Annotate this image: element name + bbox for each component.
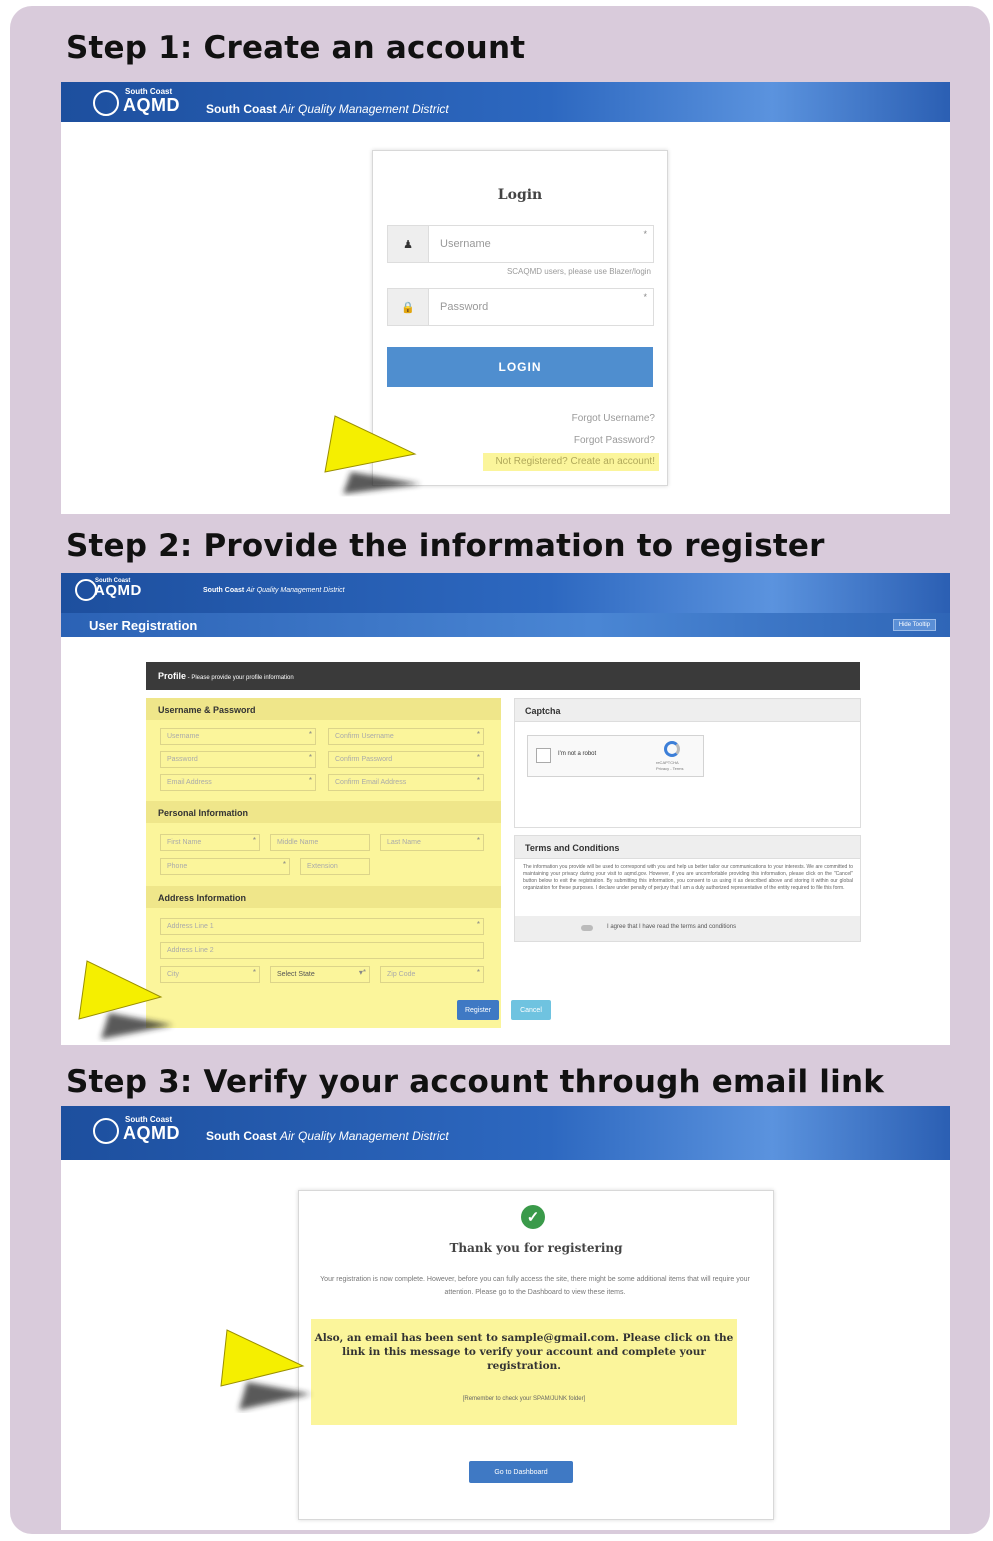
logo-text: AQMD (123, 1123, 180, 1143)
username-hint: SCAQMD users, please use Blazer/login (506, 267, 651, 276)
captcha-header (515, 699, 860, 722)
email-notice: Also, an email has been sent to sample@g… (314, 1332, 734, 1372)
step-2-screenshot: South Coast AQMD South Coast Air Quality… (61, 573, 950, 1045)
logo-text: AQMD (123, 95, 180, 115)
cancel-button[interactable]: Cancel (511, 1000, 551, 1020)
phone-input[interactable]: Phone * (160, 858, 290, 875)
section-address: Address Information (158, 893, 247, 903)
confirm-password-input[interactable]: Confirm Password * (328, 751, 484, 768)
password-field[interactable]: 🔒 Password * (387, 288, 654, 326)
captcha-title: Captcha (525, 706, 561, 716)
confirm-username-input[interactable]: Confirm Username * (328, 728, 484, 745)
email-input[interactable]: Email Address * (160, 774, 316, 791)
confirm-email-input[interactable]: Confirm Email Address * (328, 774, 484, 791)
section-personal: Personal Information (158, 808, 249, 818)
aqmd-logo-icon (93, 90, 119, 116)
logo-text: AQMD (94, 582, 142, 599)
username-input[interactable]: Username * (160, 728, 316, 745)
last-name-input[interactable]: Last Name * (380, 834, 484, 851)
user-icon: ♟ (388, 226, 429, 262)
forgot-username-link[interactable]: Forgot Username? (572, 413, 655, 424)
address-line-2-input[interactable]: Address Line 2 (160, 942, 484, 959)
agree-label: I agree that I have read the terms and c… (607, 924, 737, 930)
step-3-title: Step 3: Verify your account through emai… (66, 1064, 885, 1100)
username-placeholder: Username (440, 238, 491, 250)
step-3-screenshot: South Coast AQMD South Coast Air Quality… (61, 1106, 950, 1530)
recaptcha-brand: reCAPTCHA (656, 760, 679, 765)
first-name-input[interactable]: First Name * (160, 834, 260, 851)
site-name: South Coast Air Quality Management Distr… (206, 1129, 449, 1143)
username-field[interactable]: ♟ Username * (387, 225, 654, 263)
terms-title: Terms and Conditions (525, 843, 620, 853)
go-to-dashboard-button[interactable]: Go to Dashboard (469, 1461, 573, 1483)
check-circle-icon: ✓ (521, 1205, 545, 1229)
pointer-arrow-icon (321, 412, 441, 502)
create-account-link[interactable]: Not Registered? Create an account! (483, 453, 659, 471)
state-select[interactable]: Select State ▾* (270, 966, 370, 983)
zip-code-input[interactable]: Zip Code * (380, 966, 484, 983)
recaptcha-links[interactable]: Privacy - Terms (656, 766, 683, 771)
site-name: South Coast Air Quality Management Distr… (206, 102, 449, 116)
aqmd-logo-icon (93, 1118, 119, 1144)
agree-row: I agree that I have read the terms and c… (515, 916, 860, 941)
email-notice-box: Also, an email has been sent to sample@g… (311, 1319, 737, 1425)
site-name: South Coast Air Quality Management Distr… (203, 587, 345, 594)
profile-header: Profile - Please provide your profile in… (146, 662, 860, 690)
extension-input[interactable]: Extension (300, 858, 370, 875)
recaptcha-icon (664, 741, 680, 757)
confirmation-title: Thank you for registering (449, 1241, 623, 1255)
login-title: Login (497, 187, 543, 203)
site-header: South Coast AQMD South Coast Air Quality… (61, 1106, 950, 1160)
agree-toggle[interactable] (581, 925, 593, 931)
required-icon: * (643, 292, 647, 302)
confirmation-card: ✓ Thank you for registering Your registr… (298, 1190, 774, 1520)
site-header: South Coast AQMD South Coast Air Quality… (61, 573, 950, 613)
step-1-screenshot: South Coast AQMD South Coast Air Quality… (61, 82, 950, 514)
step-2-title: Step 2: Provide the information to regis… (66, 528, 825, 564)
pointer-arrow-icon (215, 1324, 325, 1416)
recaptcha-widget: I'm not a robot reCAPTCHA Privacy - Term… (527, 735, 704, 777)
terms-text: The information you provide will be used… (523, 864, 853, 891)
site-header: South Coast AQMD South Coast Air Quality… (61, 82, 950, 122)
forgot-password-link[interactable]: Forgot Password? (574, 435, 655, 446)
section-username-password: Username & Password (158, 705, 256, 715)
registration-title: User Registration (89, 618, 198, 633)
address-line-1-input[interactable]: Address Line 1 * (160, 918, 484, 935)
register-button[interactable]: Register (457, 1000, 499, 1020)
captcha-label: I'm not a robot (558, 751, 597, 757)
password-input[interactable]: Password * (160, 751, 316, 768)
registration-form: Username & Password Username * Confirm Us… (146, 698, 501, 1028)
captcha-checkbox[interactable] (536, 748, 551, 763)
required-icon: * (643, 229, 647, 239)
password-placeholder: Password (440, 301, 489, 313)
spam-note: [Remember to check your SPAM/JUNK folder… (462, 1396, 586, 1402)
profile-title: Profile - Please provide your profile in… (158, 671, 294, 681)
middle-name-input[interactable]: Middle Name (270, 834, 370, 851)
registration-bar: User Registration Hide Tooltip (61, 613, 950, 637)
hide-tooltip-button[interactable]: Hide Tooltip (892, 619, 936, 631)
pointer-arrow-icon (73, 955, 183, 1045)
terms-panel: Terms and Conditions The information you… (514, 835, 861, 942)
step-1-title: Step 1: Create an account (66, 30, 526, 66)
captcha-panel: Captcha I'm not a robot reCAPTCHA Privac… (514, 698, 861, 828)
login-button[interactable]: LOGIN (387, 347, 653, 387)
confirmation-body: Your registration is now complete. Howev… (320, 1276, 750, 1296)
lock-icon: 🔒 (388, 289, 429, 325)
